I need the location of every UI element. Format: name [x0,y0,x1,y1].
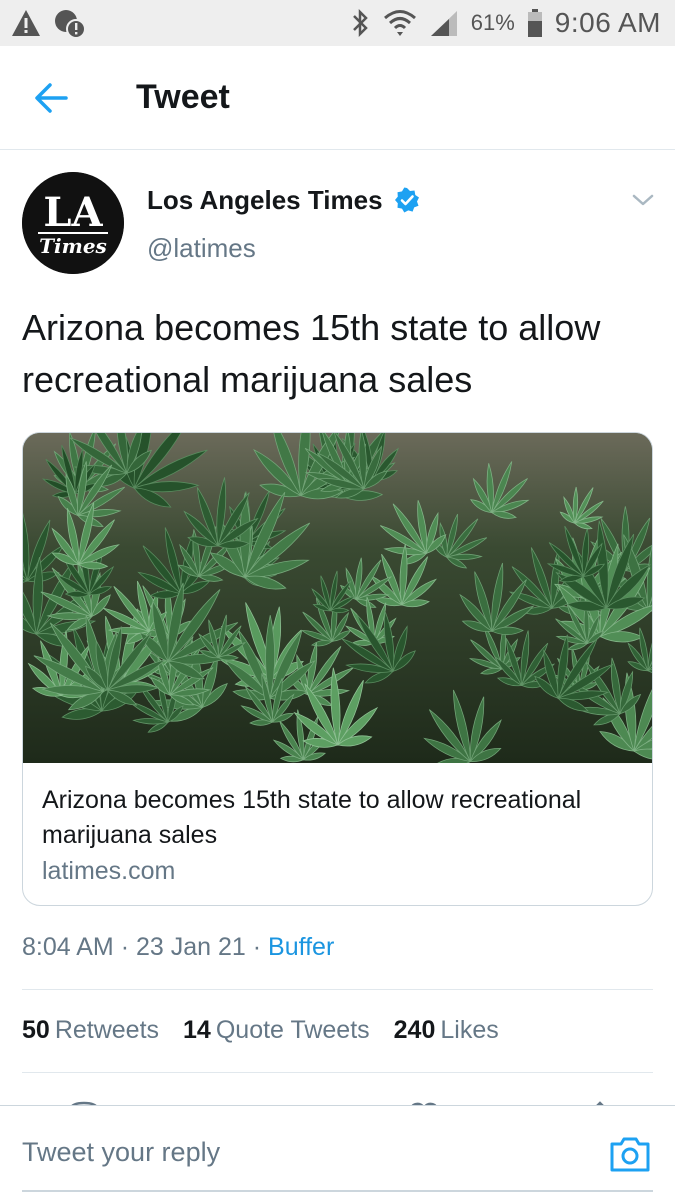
likes-stat[interactable]: 240 Likes [394,1016,499,1045]
page-title: Tweet [136,78,230,116]
likes-label: Likes [440,1016,499,1044]
quote-tweets-stat[interactable]: 14 Quote Tweets [183,1016,370,1045]
meta-separator: · [252,933,262,961]
quote-count: 14 [183,1016,211,1044]
clock: 9:06 AM [554,7,661,38]
notification-icon [55,10,86,39]
avatar[interactable]: LA Times [22,172,124,274]
tweet-meta: 8:04 AM · 23 Jan 21 · Buffer [22,933,334,962]
divider [22,1072,653,1073]
tweet-date: 23 Jan 21 [135,933,246,961]
quote-label: Quote Tweets [215,1016,370,1044]
tweet-text: Arizona becomes 15th state to allow recr… [22,307,601,400]
avatar-text-bottom: Times [39,234,107,258]
camera-button[interactable] [608,1134,652,1174]
bluetooth-icon [352,8,368,38]
back-button[interactable] [30,78,74,118]
likes-count: 240 [393,1016,436,1044]
retweets-label: Retweets [54,1016,160,1044]
battery-percent: 61% [470,10,515,35]
link-card[interactable]: Arizona becomes 15th state to allow recr… [22,432,653,906]
card-image [23,433,652,767]
battery-icon [527,9,542,37]
author-name[interactable]: Los Angeles Times [147,185,383,216]
card-domain: latimes.com [42,857,176,885]
app-header: Tweet [0,46,675,150]
alert-icon [12,10,40,36]
chevron-down-icon[interactable] [630,190,656,210]
verified-badge-icon [395,187,419,213]
tweet-stats: 50 Retweets 14 Quote Tweets 240 Likes [22,1016,499,1045]
status-right-icons: 61% 9:06 AM [349,4,661,42]
tweet-time: 8:04 AM [22,933,114,961]
card-title: Arizona becomes 15th state to allow recr… [42,786,582,849]
divider [22,989,653,990]
latimes-logo: LA Times [22,172,124,274]
status-left-icons [10,7,86,39]
status-bar: 61% 9:06 AM [0,0,675,46]
author-handle[interactable]: @latimes [147,233,256,264]
wifi-icon [383,10,416,36]
reply-underline [22,1190,653,1192]
reply-input[interactable] [22,1128,582,1176]
tweet-source-link[interactable]: Buffer [268,933,334,961]
camera-icon [610,1137,650,1172]
reply-bar [0,1105,675,1200]
retweets-stat[interactable]: 50 Retweets [22,1016,159,1045]
signal-icon [430,11,457,36]
retweets-count: 50 [22,1016,50,1044]
arrow-left-icon [35,83,68,113]
meta-separator: · [120,933,130,961]
cannabis-plants-image [23,433,652,767]
avatar-text-top: LA [43,189,103,236]
